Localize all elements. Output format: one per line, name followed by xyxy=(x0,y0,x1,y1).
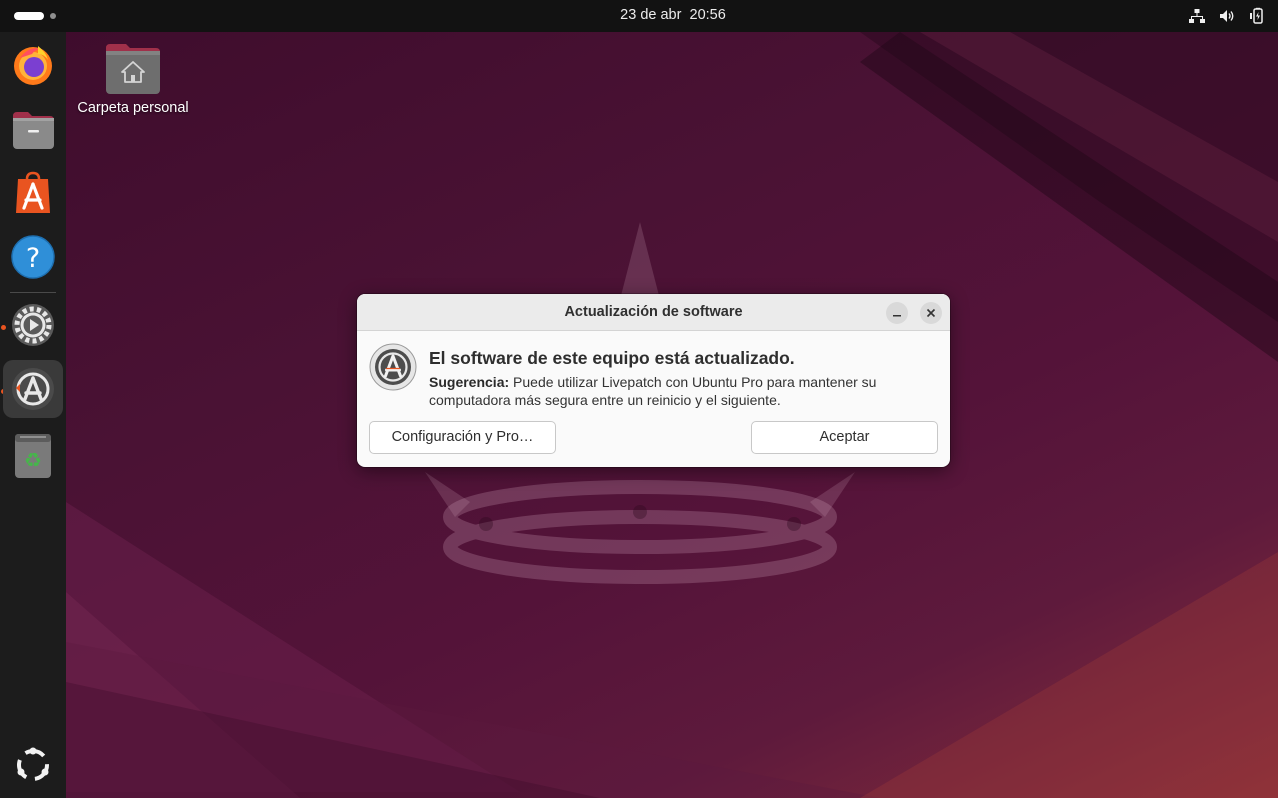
svg-text:?: ? xyxy=(26,243,40,274)
help-icon: ? xyxy=(11,235,55,279)
dock-settings[interactable] xyxy=(3,296,63,354)
power-icon[interactable] xyxy=(1248,7,1266,25)
dock-software-updater[interactable] xyxy=(3,360,63,418)
home-folder-icon xyxy=(106,44,160,94)
close-icon xyxy=(926,308,936,318)
dock-files[interactable] xyxy=(3,100,63,158)
firefox-icon xyxy=(14,46,52,85)
desktop-icon-label: Carpeta personal xyxy=(77,100,189,116)
dock: ? ♻ xyxy=(0,32,66,798)
time-label: 20:56 xyxy=(689,7,726,23)
workspace-dot xyxy=(50,13,56,19)
minimize-button[interactable] xyxy=(886,302,908,324)
software-updater-icon xyxy=(12,368,54,410)
settings-pro-button[interactable]: Configuración y Pro… xyxy=(369,421,556,454)
activities-indicator[interactable] xyxy=(14,11,62,21)
svg-text:♻: ♻ xyxy=(24,448,42,472)
minimize-icon xyxy=(893,315,901,317)
active-workspace-pill xyxy=(14,12,44,20)
close-button[interactable] xyxy=(920,302,942,324)
top-bar: 23 de abr 20:56 xyxy=(0,0,1278,32)
files-icon xyxy=(13,112,54,149)
network-icon[interactable] xyxy=(1188,7,1206,25)
dialog-title: Actualización de software xyxy=(564,304,743,320)
hint-label: Sugerencia: xyxy=(429,374,510,390)
software-update-dialog: Actualización de software El software de… xyxy=(357,294,950,467)
settings-icon xyxy=(12,304,54,346)
accept-button[interactable]: Aceptar xyxy=(751,421,938,454)
software-updater-icon xyxy=(369,343,417,391)
date-label: 23 de abr xyxy=(620,7,682,23)
app-center-icon xyxy=(16,171,50,213)
trash-icon: ♻ xyxy=(15,434,51,478)
dock-firefox[interactable] xyxy=(3,36,63,94)
volume-icon[interactable] xyxy=(1218,7,1236,25)
dialog-header[interactable]: Actualización de software xyxy=(357,294,950,331)
dock-trash[interactable]: ♻ xyxy=(3,424,63,482)
dock-separator xyxy=(10,292,56,293)
dock-show-apps[interactable] xyxy=(3,736,63,794)
dialog-heading: El software de este equipo está actualiz… xyxy=(429,348,795,368)
desktop-home-folder[interactable]: Carpeta personal xyxy=(72,42,194,116)
clock[interactable]: 23 de abr 20:56 xyxy=(0,0,1278,32)
show-apps-icon xyxy=(17,747,49,781)
dock-app-center[interactable] xyxy=(3,164,63,222)
dock-help[interactable]: ? xyxy=(3,228,63,286)
system-tray[interactable] xyxy=(1188,0,1266,32)
dialog-hint: Sugerencia: Puede utilizar Livepatch con… xyxy=(429,373,929,409)
